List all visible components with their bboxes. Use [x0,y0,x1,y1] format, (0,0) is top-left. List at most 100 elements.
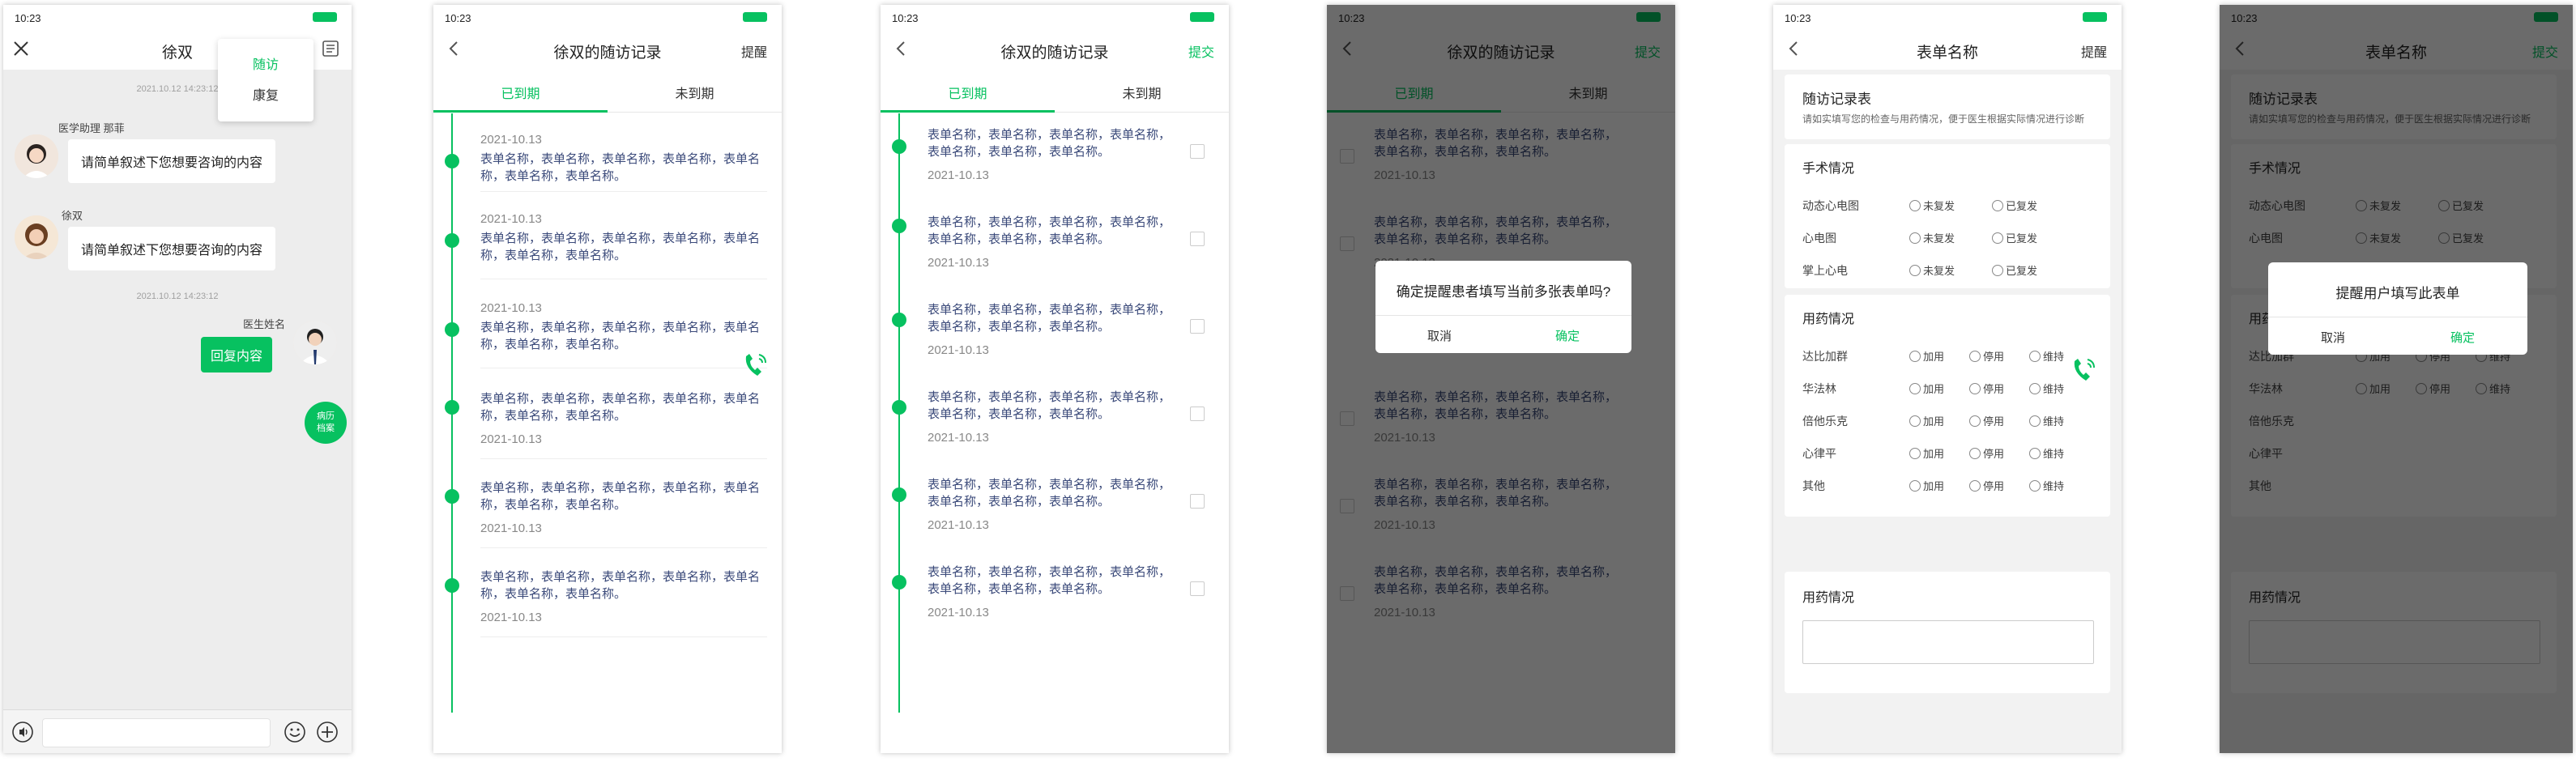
record-date: 2021-10.13 [480,432,542,446]
radio-maintain[interactable]: 维持 [2029,445,2064,461]
radio-maintain[interactable]: 维持 [2029,478,2064,493]
radio-circle-icon [1909,382,1921,394]
plus-icon[interactable] [316,721,339,743]
badge-line: 病历 [317,411,335,421]
row-label: 掌上心电 [1802,264,1848,277]
modal-mask[interactable] [1327,5,1675,753]
record-checkbox[interactable] [1190,144,1205,159]
timeline-dot [892,487,906,502]
tab-not-due[interactable]: 未到期 [1055,83,1229,102]
menu-item-rehab[interactable]: 康复 [218,84,313,104]
radio-label: 维持 [2043,480,2065,492]
radio-circle-icon [2029,350,2041,362]
record-date: 2021-10.13 [480,521,542,535]
radio-stop[interactable]: 停用 [1969,348,2004,364]
confirm-button[interactable]: 确定 [1503,327,1631,344]
radio-maintain[interactable]: 维持 [2029,381,2064,396]
radio-label: 维持 [2043,448,2065,460]
patient-avatar [15,215,58,259]
cancel-button[interactable]: 取消 [2268,329,2398,346]
record-forms: 表单名称，表单名称，表单名称，表单名称，表单名称，表单名称，表单名称。 [480,570,761,601]
remind-button[interactable]: 提醒 [741,41,767,61]
tab-due[interactable]: 已到期 [433,83,608,102]
input-bar [3,709,352,753]
menu-item-followup[interactable]: 随访 [218,53,313,73]
battery-icon [313,12,337,22]
patient-message: 请简单叙述下您想要咨询的内容 [68,227,276,270]
radio-maintain[interactable]: 维持 [2029,413,2064,428]
radio-stop[interactable]: 停用 [1969,445,2004,461]
radio-add[interactable]: 加用 [1909,445,1944,461]
nav-bar: 徐双的随访记录 提交 [881,29,1229,70]
form-intro-card: 随访记录表 请如实填写您的检查与用药情况，便于医生根据实际情况进行诊断 [1785,74,2110,139]
tab-due[interactable]: 已到期 [881,83,1055,102]
radio-maintain[interactable]: 维持 [2029,348,2064,364]
confirm-button[interactable]: 确定 [2398,329,2527,346]
modal-mask[interactable] [2220,5,2573,753]
medical-record-button[interactable]: 病历 档案 [305,402,347,444]
status-bar: 10:23 [433,5,782,29]
medication-textarea[interactable] [1802,620,2094,664]
radio-recurred[interactable]: 已复发 [1992,198,2037,213]
timeline-dot [892,313,906,327]
record-list-icon[interactable] [321,39,340,58]
radio-not-recurred[interactable]: 未复发 [1909,230,1955,245]
record-forms: 表单名称，表单名称，表单名称，表单名称，表单名称，表单名称，表单名称。 [480,232,761,262]
radio-label: 加用 [1923,480,1945,492]
assistant-avatar [15,134,58,178]
divider [480,458,767,459]
radio-add[interactable]: 加用 [1909,348,1944,364]
radio-label: 未复发 [1923,200,1955,212]
nav-bar: 徐双的随访记录 提醒 [433,29,782,70]
dialog-message: 提醒用户填写此表单 [2335,286,2460,301]
radio-not-recurred[interactable]: 未复发 [1909,198,1955,213]
radio-label: 停用 [1983,415,2005,428]
radio-not-recurred[interactable]: 未复发 [1909,262,1955,278]
record-checkbox[interactable] [1190,319,1205,334]
record-date: 2021-10.13 [480,301,542,315]
record-checkbox[interactable] [1190,494,1205,509]
emoji-icon[interactable] [284,721,306,743]
record-forms: 表单名称，表单名称，表单名称，表单名称，表单名称，表单名称，表单名称。 [928,128,1171,159]
submit-button[interactable]: 提交 [1188,41,1214,61]
tab-bar: 已到期 未到期 [881,70,1229,113]
record-checkbox[interactable] [1190,232,1205,246]
row-label: 华法林 [1802,382,1836,395]
record-date: 2021-10.13 [928,343,989,357]
remind-button[interactable]: 提醒 [2081,41,2107,61]
message-input[interactable] [42,718,271,747]
radio-stop[interactable]: 停用 [1969,478,2004,493]
radio-add[interactable]: 加用 [1909,478,1944,493]
radio-label: 已复发 [2006,200,2038,212]
record-checkbox[interactable] [1190,407,1205,421]
cancel-button[interactable]: 取消 [1375,327,1503,344]
record-forms: 表单名称，表单名称，表单名称，表单名称，表单名称，表单名称，表单名称。 [928,478,1171,509]
battery-icon [1190,12,1214,22]
phone-call-icon[interactable] [2066,351,2102,387]
phone-call-icon[interactable] [738,347,774,382]
tab-not-due[interactable]: 未到期 [608,83,782,102]
voice-icon[interactable] [11,721,34,743]
section-heading: 用药情况 [1802,313,1855,326]
radio-add[interactable]: 加用 [1909,413,1944,428]
radio-label: 维持 [2043,351,2065,363]
radio-stop[interactable]: 停用 [1969,413,2004,428]
timeline-dot [445,400,459,415]
row-label: 心电图 [1802,232,1836,245]
row-label: 倍他乐克 [1802,415,1848,428]
radio-circle-icon [1969,382,1981,394]
radio-stop[interactable]: 停用 [1969,381,2004,396]
record-checkbox[interactable] [1190,581,1205,596]
record-forms: 表单名称，表单名称，表单名称，表单名称，表单名称，表单名称，表单名称。 [480,481,761,512]
timeline-dot [892,575,906,590]
status-time: 10:23 [892,12,919,24]
assistant-message: 请简单叙述下您想要咨询的内容 [68,139,276,183]
row-label: 达比加群 [1802,350,1848,363]
radio-recurred[interactable]: 已复发 [1992,230,2037,245]
radio-circle-icon [2029,447,2041,459]
radio-recurred[interactable]: 已复发 [1992,262,2037,278]
assistant-name: 医学助理 那菲 [58,122,125,134]
radio-circle-icon [1969,447,1981,459]
radio-add[interactable]: 加用 [1909,381,1944,396]
radio-label: 已复发 [2006,232,2038,245]
